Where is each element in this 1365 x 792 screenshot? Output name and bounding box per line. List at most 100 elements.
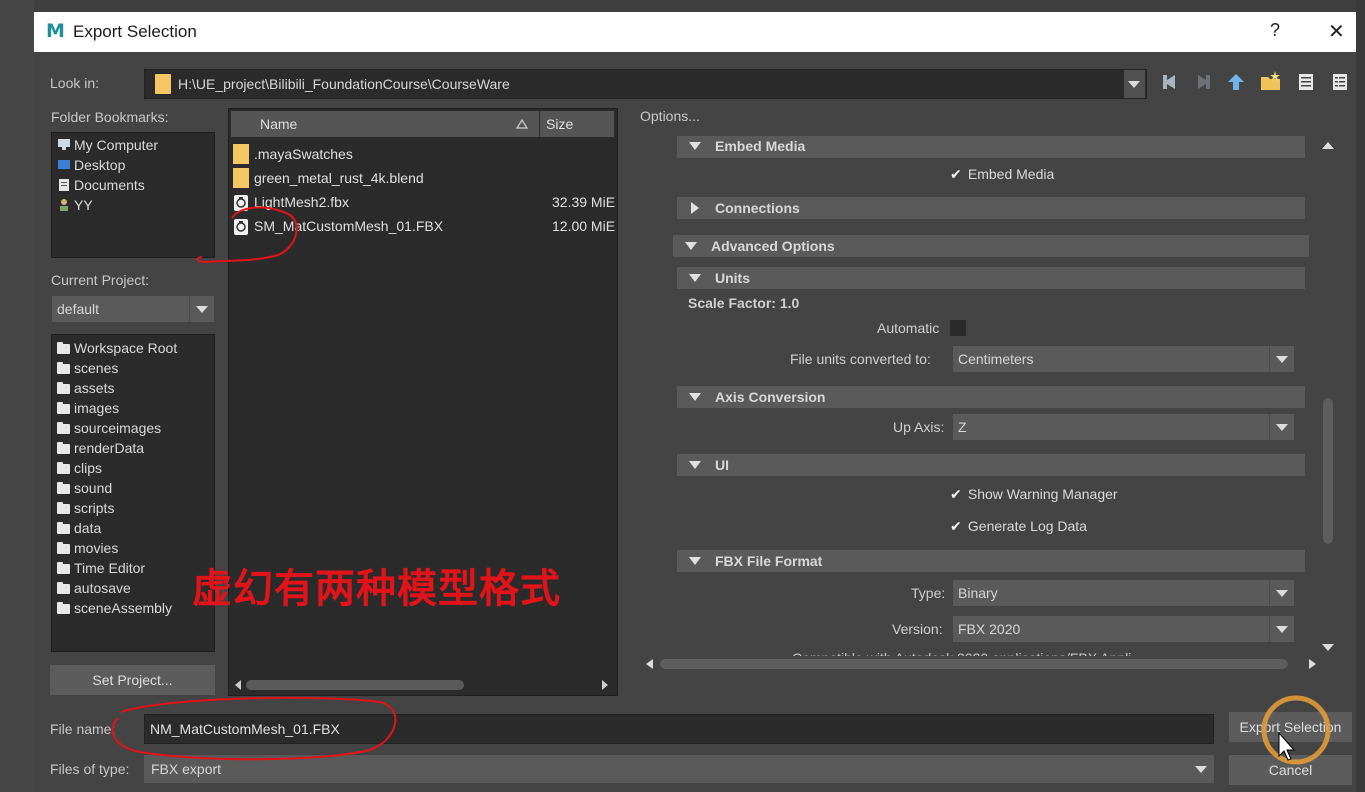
title-bar: M Export Selection ? ✕ <box>34 12 1356 52</box>
ui-section[interactable]: UI <box>677 454 1305 476</box>
project-folder-item[interactable]: movies <box>57 538 177 558</box>
file-size: 32.39 MiE <box>552 194 616 210</box>
close-button[interactable]: ✕ <box>1328 19 1345 44</box>
project-folder-item[interactable]: data <box>57 518 177 538</box>
project-folder-item[interactable]: sourceimages <box>57 418 177 438</box>
list-view-icon[interactable] <box>1297 73 1315 91</box>
up-axis-combo[interactable]: Z <box>953 414 1294 440</box>
project-folder-label: Workspace Root <box>74 340 178 356</box>
file-row[interactable]: SM_MatCustomMesh_01.FBX 12.00 MiE <box>231 215 616 239</box>
project-folder-item[interactable]: Workspace Root <box>57 338 177 358</box>
folder-icon <box>57 522 70 534</box>
bookmark-label: Desktop <box>74 157 126 173</box>
forward-icon[interactable] <box>1195 73 1213 91</box>
window-title: Export Selection <box>73 22 197 41</box>
file-name-input[interactable]: NM_MatCustomMesh_01.FBX <box>144 714 1214 744</box>
desktop-icon <box>58 160 70 169</box>
bookmark-my-computer[interactable]: My Computer <box>57 135 158 155</box>
scroll-thumb[interactable] <box>660 659 1288 669</box>
project-folder-item[interactable]: renderData <box>57 438 177 458</box>
back-icon[interactable] <box>1160 73 1178 91</box>
embed-media-checkbox[interactable]: ✔ Embed Media <box>950 164 1054 184</box>
maya-logo-icon: M <box>46 20 65 42</box>
project-folder-label: scripts <box>74 500 115 516</box>
type-combo[interactable]: Binary <box>953 580 1294 606</box>
embed-media-section[interactable]: Embed Media <box>677 136 1305 158</box>
name-column-header[interactable]: Name <box>231 111 539 137</box>
scroll-right-icon[interactable] <box>602 680 608 690</box>
folder-bookmarks-label: Folder Bookmarks: <box>51 109 169 125</box>
project-folder-label: assets <box>74 380 115 396</box>
automatic-checkbox[interactable] <box>950 320 966 336</box>
project-folder-item[interactable]: scenes <box>57 358 177 378</box>
project-folder-item[interactable]: clips <box>57 458 177 478</box>
up-folder-icon[interactable] <box>1227 73 1245 91</box>
file-row[interactable]: LightMesh2.fbx 32.39 MiE <box>231 191 616 215</box>
folder-icon <box>155 74 171 94</box>
scroll-thumb[interactable] <box>246 680 464 690</box>
project-folder-item[interactable]: assets <box>57 378 177 398</box>
name-column-label: Name <box>260 116 298 132</box>
generate-log-checkbox[interactable]: ✔ Generate Log Data <box>950 516 1087 536</box>
project-combo[interactable]: default <box>52 296 214 322</box>
folder-icon <box>57 542 70 554</box>
project-folder-item[interactable]: autosave <box>57 578 177 598</box>
bookmark-documents[interactable]: Documents <box>57 175 145 195</box>
options-hscrollbar[interactable] <box>642 656 1320 672</box>
options-vscrollbar[interactable] <box>1320 136 1336 656</box>
file-name: LightMesh2.fbx <box>254 194 349 210</box>
file-row[interactable]: green_metal_rust_4k.blend <box>231 167 616 191</box>
triangle-down-icon <box>689 274 701 282</box>
project-folder-item[interactable]: images <box>57 398 177 418</box>
automatic-label: Automatic <box>877 320 940 336</box>
file-units-combo[interactable]: Centimeters <box>953 346 1294 372</box>
connections-section[interactable]: Connections <box>677 197 1305 219</box>
computer-icon <box>58 139 70 150</box>
scroll-up-icon[interactable] <box>1322 142 1334 149</box>
fbx-file-format-section[interactable]: FBX File Format <box>677 550 1305 572</box>
new-folder-icon[interactable] <box>1260 71 1282 91</box>
cancel-button[interactable]: Cancel <box>1229 755 1352 785</box>
project-folder-item[interactable]: sceneAssembly <box>57 598 177 618</box>
scroll-left-icon[interactable] <box>235 680 241 690</box>
folder-icon <box>233 144 249 164</box>
scroll-thumb[interactable] <box>1323 398 1333 544</box>
project-folder-label: images <box>74 400 120 416</box>
look-in-dropdown-icon[interactable] <box>1124 70 1145 98</box>
scroll-left-icon[interactable] <box>646 659 653 669</box>
size-column-header[interactable]: Size <box>540 111 614 137</box>
look-in-combo[interactable]: H:\UE_project\Bilibili_FoundationCourse\… <box>144 69 1147 99</box>
folder-icon <box>57 442 70 454</box>
help-button[interactable]: ? <box>1270 20 1280 41</box>
check-icon: ✔ <box>950 486 962 502</box>
chevron-down-icon <box>1269 580 1294 606</box>
documents-icon <box>59 179 69 191</box>
files-of-type-label: Files of type: <box>50 761 130 777</box>
advanced-options-section[interactable]: Advanced Options <box>673 235 1309 257</box>
set-project-button[interactable]: Set Project... <box>50 665 215 695</box>
bookmark-desktop[interactable]: Desktop <box>57 155 125 175</box>
file-name-label: File name: <box>50 721 116 737</box>
export-selection-button[interactable]: Export Selection <box>1229 712 1352 742</box>
file-list-hscrollbar[interactable] <box>230 677 614 692</box>
project-folder-item[interactable]: sound <box>57 478 177 498</box>
files-of-type-combo[interactable]: FBX export <box>144 755 1214 783</box>
scroll-right-icon[interactable] <box>1309 659 1316 669</box>
project-folder-item[interactable]: Time Editor <box>57 558 177 578</box>
file-row[interactable]: .mayaSwatches <box>231 143 616 167</box>
axis-conversion-section[interactable]: Axis Conversion <box>677 386 1305 408</box>
units-section[interactable]: Units <box>677 267 1305 289</box>
project-folder-item[interactable]: scripts <box>57 498 177 518</box>
bookmark-label: YY <box>74 197 93 213</box>
show-warning-checkbox[interactable]: ✔ Show Warning Manager <box>950 484 1118 504</box>
version-combo[interactable]: FBX 2020 <box>953 616 1294 642</box>
bookmark-yy[interactable]: YY <box>57 195 93 215</box>
type-label: Type: <box>911 585 946 601</box>
chevron-down-icon <box>1269 346 1294 372</box>
scroll-down-icon[interactable] <box>1322 644 1334 651</box>
user-icon <box>60 199 68 211</box>
bookmark-label: My Computer <box>74 137 159 153</box>
bookmark-label: Documents <box>74 177 145 193</box>
project-folder-label: renderData <box>74 440 145 456</box>
detail-view-icon[interactable] <box>1331 73 1349 91</box>
